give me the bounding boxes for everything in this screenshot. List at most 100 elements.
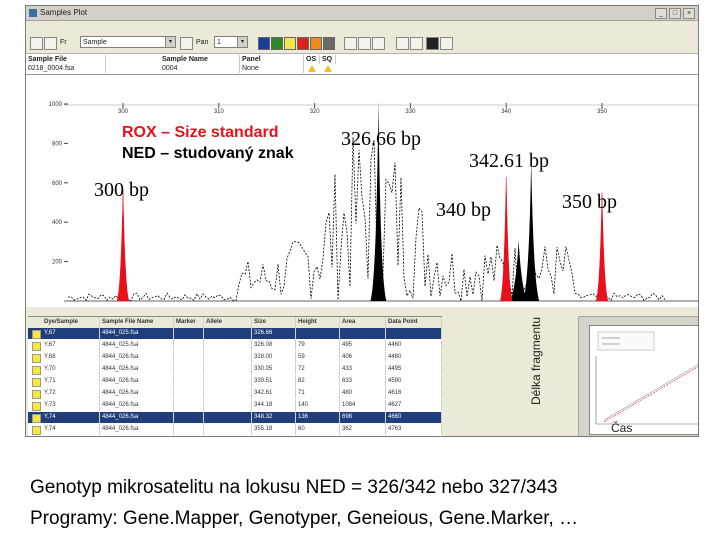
display-icon[interactable] (426, 37, 439, 50)
table-cell: 140 (296, 400, 340, 411)
table-cell: 4844_025.fsa (100, 328, 174, 339)
layout-icon[interactable] (440, 37, 453, 50)
table-cell: 4495 (386, 364, 442, 375)
th-area[interactable]: Area (340, 317, 386, 328)
row-marker-icon (32, 342, 41, 351)
table-cell: Y,68 (42, 352, 100, 363)
sizing-curve-svg (595, 331, 698, 425)
th-data-point[interactable]: Data Point (386, 317, 442, 328)
table-cell (204, 424, 252, 435)
col-sample-name[interactable]: Sample Name (160, 55, 240, 64)
orange-dye-toggle[interactable] (310, 37, 322, 50)
mini-chart-ylabel: Délka fragmentu (529, 316, 543, 405)
table-cell: 433 (340, 364, 386, 375)
maximize-button[interactable]: □ (669, 8, 681, 19)
table-cell: Y,74 (42, 424, 100, 435)
rox-label: ROX – Size standard (122, 124, 279, 141)
legend-box (597, 331, 655, 351)
yellow-dye-toggle[interactable] (284, 37, 296, 50)
th-height[interactable]: Height (296, 317, 340, 328)
table-row[interactable]: Y,74 4844_026.fsa 355.18 60 362 4763 (28, 424, 442, 435)
th-dye-sample[interactable]: Dye/Sample (42, 317, 100, 328)
col-sq[interactable]: SQ (320, 55, 336, 64)
rox-peak (499, 176, 513, 302)
table-cell (204, 364, 252, 375)
settings-icon[interactable] (180, 37, 193, 50)
table-cell: 4844_026.fsa (100, 388, 174, 399)
table-row[interactable]: Y,70 4844_026.fsa 330.05 72 433 4495 (28, 364, 442, 375)
row-marker-icon (32, 402, 41, 411)
table-cell: 4660 (386, 412, 442, 423)
table-cell: 344.18 (252, 400, 296, 411)
blue-dye-toggle[interactable] (258, 37, 270, 50)
peak-label-342: 342.61 bp (469, 150, 549, 172)
cell-panel: None (240, 64, 304, 73)
sample-grid-row[interactable]: 0218_0004.fsa 0004 None (26, 64, 346, 73)
minimize-button[interactable]: _ (655, 8, 667, 19)
th-size[interactable]: Size (252, 317, 296, 328)
table-cell (386, 328, 442, 339)
table-cell (204, 400, 252, 411)
sizing-curve-chart (589, 325, 698, 435)
col-sample-file[interactable]: Sample File (26, 55, 106, 64)
th-marker[interactable]: Marker (174, 317, 204, 328)
table-cell: 59 (296, 352, 340, 363)
export-icon[interactable] (372, 37, 385, 50)
th-allele[interactable]: Allele (204, 317, 252, 328)
table-row[interactable]: Y,74 4844_026.fsa 348.32 136 698 4660 (28, 412, 442, 423)
col-os[interactable]: OS (304, 55, 320, 64)
view-select[interactable]: Sample ▾ (80, 36, 176, 48)
panel-dropdown-arrow-icon[interactable]: ▾ (237, 37, 247, 47)
table-cell (174, 412, 204, 423)
rox-peak (116, 190, 130, 302)
row-marker-icon (32, 366, 41, 375)
filter-icon[interactable] (44, 37, 57, 50)
table-cell: 326.66 (252, 328, 296, 339)
table-cell (174, 328, 204, 339)
view-dropdown-arrow-icon[interactable]: ▾ (165, 37, 175, 47)
view-select-value: Sample (83, 39, 107, 46)
table-cell (174, 424, 204, 435)
table-cell: 1084 (340, 400, 386, 411)
table-cell (204, 340, 252, 351)
y-tick-label: 800 (52, 141, 63, 147)
warning-icon (308, 65, 316, 72)
table-row[interactable]: Y,68 4844_026.fsa 328.00 59 406 4480 (28, 352, 442, 363)
sample-grid: Sample File Sample Name Panel OS SQ 0218… (26, 54, 698, 75)
table-cell (204, 388, 252, 399)
table-row[interactable]: Y,71 4844_026.fsa 339.51 82 633 4590 (28, 376, 442, 387)
panel-label: Pan (196, 39, 209, 46)
table-row[interactable]: Y,72 4844_026.fsa 342.61 71 480 4616 (28, 388, 442, 399)
gray-dye-toggle[interactable] (323, 37, 335, 50)
sort-icon[interactable] (410, 37, 423, 50)
table-icon[interactable] (358, 37, 371, 50)
close-button[interactable]: × (683, 8, 695, 19)
table-row[interactable]: Y,67 4844_025.fsa 326.08 79 495 4460 (28, 340, 442, 351)
table-cell: 72 (296, 364, 340, 375)
mini-chart-xlabel: Čas (611, 421, 633, 435)
table-cell: 4616 (386, 388, 442, 399)
overlay-icon[interactable] (344, 37, 357, 50)
table-cell: 4590 (386, 376, 442, 387)
table-cell: 4844_026.fsa (100, 424, 174, 435)
th-sample-file[interactable]: Sample File Name (100, 317, 174, 328)
app-icon (29, 9, 37, 17)
table-cell: 326.08 (252, 340, 296, 351)
table-cell: 4460 (386, 340, 442, 351)
row-marker-icon (32, 390, 41, 399)
table-cell (174, 352, 204, 363)
ned-label: NED – studovaný znak (122, 145, 294, 162)
grid-icon[interactable] (396, 37, 409, 50)
warning-icon (324, 65, 332, 72)
green-dye-toggle[interactable] (271, 37, 283, 50)
col-panel[interactable]: Panel (240, 55, 304, 64)
table-cell: Y,70 (42, 364, 100, 375)
table-row[interactable]: Y,67 4844_025.fsa 326.66 (28, 328, 442, 339)
table-row[interactable]: Y,73 4844_026.fsa 344.18 140 1084 4627 (28, 400, 442, 411)
table-cell: Y,72 (42, 388, 100, 399)
red-dye-toggle[interactable] (297, 37, 309, 50)
table-cell: 4844_026.fsa (100, 352, 174, 363)
panel-select[interactable]: 1 ▾ (214, 36, 248, 48)
zoom-icon[interactable] (30, 37, 43, 50)
table-cell: Y,73 (42, 400, 100, 411)
